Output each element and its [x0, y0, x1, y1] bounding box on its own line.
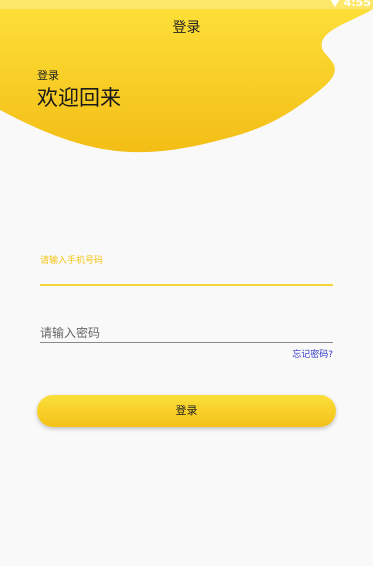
page-title: 登录 — [172, 20, 201, 36]
status-indicators: 4:55 — [330, 0, 371, 9]
status-time: 4:55 — [343, 0, 371, 9]
login-subtitle: 登录 — [37, 69, 59, 82]
status-bar — [0, 0, 373, 9]
forgot-password-link[interactable]: 忘记密码? — [292, 347, 333, 360]
welcome-heading: 欢迎回来 — [37, 86, 121, 110]
login-button[interactable]: 登录 — [37, 395, 336, 427]
password-input-placeholder: 请输入密码 — [40, 326, 101, 340]
login-screen: 4:55 登录 登录 欢迎回来 请输入手机号码 请输入密码 忘记密码? 登录 — [0, 0, 373, 566]
phone-input-field[interactable]: 请输入手机号码 — [40, 250, 333, 286]
password-input-field[interactable]: 请输入密码 — [40, 323, 333, 343]
phone-input-label: 请输入手机号码 — [40, 256, 104, 266]
signal-icon — [330, 0, 339, 7]
